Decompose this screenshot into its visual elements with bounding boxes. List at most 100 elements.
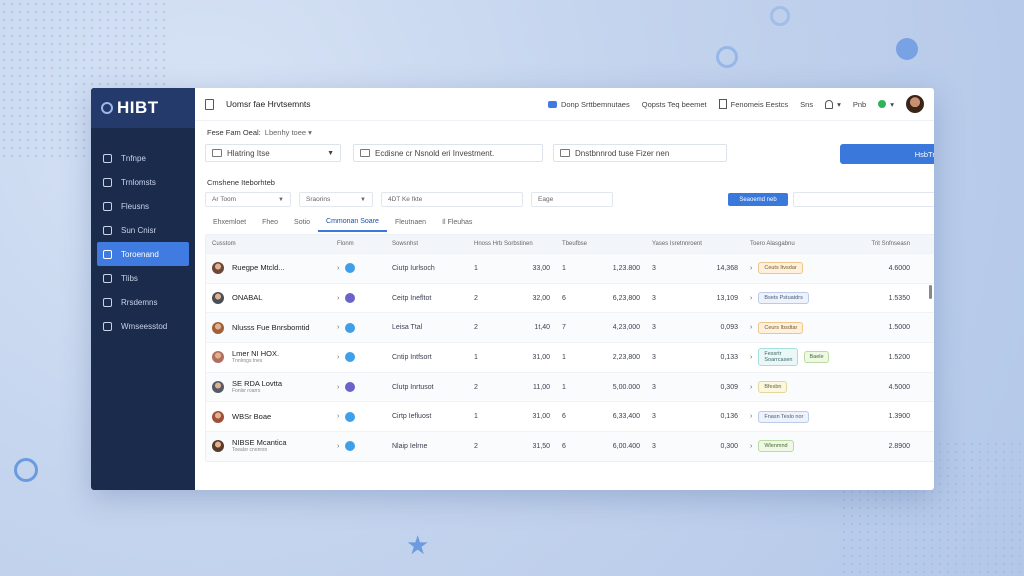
status-badge: Ceurs Ibsdtar <box>758 321 804 334</box>
chevron-right-icon[interactable]: › <box>337 295 339 302</box>
asset-cell: WBSr Boae <box>206 410 331 423</box>
table-row[interactable]: Lmer NI HOX. Tnnlrogs tnes › Cntip Intfsort… <box>206 342 934 372</box>
column-header[interactable]: Trit Snfnseasn <box>834 241 924 247</box>
page-title: Uomsr fae Hrvtsemnts <box>226 99 311 109</box>
avatar[interactable] <box>906 95 924 113</box>
holdings-cell: 2 31,50 <box>468 443 556 450</box>
chevron-right-icon[interactable]: › <box>750 295 752 302</box>
chevron-right-icon[interactable]: › <box>750 265 752 272</box>
distribution-input[interactable]: Dnstbnnrod tuse Fizer nen <box>553 144 727 162</box>
column-header[interactable]: Hnoss Hrb Sorbstinen <box>468 241 556 247</box>
balance-value: 6,00.400 <box>612 442 640 450</box>
status-cell: › Fessrtr Soarrcasen Baele <box>744 348 834 367</box>
tab-4[interactable]: Fleutnaen <box>387 212 434 232</box>
action-cell: › <box>331 441 386 452</box>
chevron-right-icon[interactable]: › <box>750 324 752 331</box>
table-row[interactable]: SE RDA Lovtta Fonlsr roarrs › Clutp Inrtuso… <box>206 371 934 402</box>
filters-select[interactable]: Lbenhy toee ▾ <box>265 128 312 137</box>
tab-0[interactable]: Ehxemloet <box>205 212 254 232</box>
holdings-cell: 2 32,00 <box>468 295 556 302</box>
filter-select-2[interactable]: Sraorins ▼ <box>299 192 373 207</box>
holdings-value: 31,50 <box>532 442 550 450</box>
sidebar-item-label: Tnfnpe <box>121 153 146 163</box>
holdings-cell: 1 33,00 <box>468 265 556 272</box>
scrollbar[interactable] <box>929 285 932 299</box>
return-count: 3 <box>652 264 656 272</box>
filter-text-3[interactable]: 4DT Ke fkte <box>381 192 523 207</box>
platform-icon <box>345 293 356 304</box>
balance-count: 1 <box>562 264 566 272</box>
table-row[interactable]: NIBSE Mcantica Toealsr cnonrsn › Nlaip Ielr… <box>206 431 934 461</box>
return-cell: 3 0,309 <box>646 384 744 391</box>
column-header[interactable]: Sowsnhst <box>386 241 468 247</box>
chevron-right-icon[interactable]: › <box>337 384 339 391</box>
column-header[interactable]: Flonm <box>331 241 386 247</box>
table-row[interactable]: Nlusss Fue Bnrsbomtid › Leisa Ttal 2 1t,40 7 4… <box>206 312 934 343</box>
column-header[interactable]: Cusstom <box>206 241 331 247</box>
column-header[interactable]: Toero Alasgabnu <box>744 241 834 247</box>
sidebar: HIBT Tnfnpe Trnlomsts Fleusns Sun Cnisr Toro… <box>91 88 195 490</box>
balance-count: 7 <box>562 324 566 332</box>
filter-dropdown[interactable]: Hlatring Itse ▼ <box>205 144 341 162</box>
chevron-right-icon[interactable]: › <box>750 354 752 361</box>
action-cell: › <box>331 322 386 333</box>
chevron-right-icon[interactable]: › <box>337 324 339 331</box>
sidebar-item-6[interactable]: Rrsdemns <box>91 290 195 314</box>
screen-icon <box>103 153 112 163</box>
investment-input[interactable]: Ecdisne cr Nsnold eri Investment. <box>353 144 543 162</box>
chevron-right-icon[interactable]: › <box>750 413 752 420</box>
topbar-link-2[interactable]: Qopsts Teq beemet <box>642 100 707 109</box>
table-row[interactable]: Ruegpe Mtcld... › Ciutp Iurlsoch 1 33,00 1 1,2… <box>206 253 934 283</box>
sidebar-item-3[interactable]: Sun Cnisr <box>91 218 195 242</box>
chevron-right-icon[interactable]: › <box>750 443 752 450</box>
column-header[interactable]: Tbeufbse <box>556 241 646 247</box>
tab-3[interactable]: Cmmonan Soare <box>318 212 387 232</box>
return-count: 3 <box>652 413 656 421</box>
sidebar-item-5[interactable]: Tlibs <box>91 266 195 290</box>
chevron-right-icon[interactable]: › <box>337 443 339 450</box>
user-menu[interactable]: ▾ <box>825 99 841 109</box>
tab-5[interactable]: Il Fleuhas <box>434 212 480 232</box>
action-cell: › <box>331 411 386 422</box>
search-button[interactable]: Seaoemd neb <box>728 193 788 206</box>
filter-select-1[interactable]: Ar Toom ▼ <box>205 192 291 207</box>
topbar-link-4[interactable]: Sns <box>800 100 813 109</box>
sidebar-item-0[interactable]: Tnfnpe <box>91 146 195 170</box>
return-value: 0,093 <box>720 324 738 332</box>
action-cell: › <box>331 382 386 393</box>
filter-text-4[interactable]: Eage <box>531 192 613 207</box>
chevron-right-icon[interactable]: › <box>337 413 339 420</box>
tab-1[interactable]: Fheo <box>254 212 286 232</box>
asset-avatar <box>212 410 224 423</box>
chevron-right-icon[interactable]: › <box>337 265 339 272</box>
sidebar-item-7[interactable]: Wmseesstod <box>91 314 195 338</box>
decor-ring <box>14 458 38 482</box>
holdings-count: 1 <box>474 353 478 361</box>
holdings-cell: 2 11,00 <box>468 384 556 391</box>
status-menu[interactable]: ▾ <box>878 100 894 109</box>
sidebar-item-4[interactable]: Toroenand <box>97 242 189 266</box>
filter-text-5[interactable] <box>793 192 934 207</box>
asset-name: SE RDA Lovtta <box>232 379 283 389</box>
return-cell: 3 14,368 <box>646 265 744 272</box>
asset-avatar <box>212 351 224 364</box>
pnb-link[interactable]: Pnb <box>853 100 866 109</box>
sidebar-item-1[interactable]: Trnlomsts <box>91 170 195 194</box>
topbar-link-3[interactable]: Fenomeis Eestcs <box>718 99 788 109</box>
asset-name: Lmer NI HOX. <box>232 349 280 359</box>
chevron-right-icon[interactable]: › <box>750 384 752 391</box>
return-cell: 3 0,093 <box>646 324 744 331</box>
topbar-link-1[interactable]: Donp Srttbemnutaes <box>547 100 630 109</box>
column-header[interactable]: Yases Isretnnroent <box>646 241 744 247</box>
balance-count: 6 <box>562 442 566 450</box>
table-row[interactable]: ONABAL › Ceitp Inefltot 2 32,00 6 6,23,800 3 13,… <box>206 282 934 313</box>
action-cell: › <box>331 263 386 274</box>
sidebar-item-2[interactable]: Fleusns <box>91 194 195 218</box>
table-row[interactable]: WBSr Boae › Cirtp Iefluost 1 31,00 6 6,33,400 3… <box>206 401 934 431</box>
chart-icon <box>103 249 112 259</box>
primary-action-button[interactable]: HsbTreat <box>840 144 934 164</box>
chevron-right-icon[interactable]: › <box>337 354 339 361</box>
tab-2[interactable]: Sotio <box>286 212 318 232</box>
chevron-down-icon: ▼ <box>278 196 284 203</box>
app-logo[interactable]: HIBT <box>91 88 195 128</box>
